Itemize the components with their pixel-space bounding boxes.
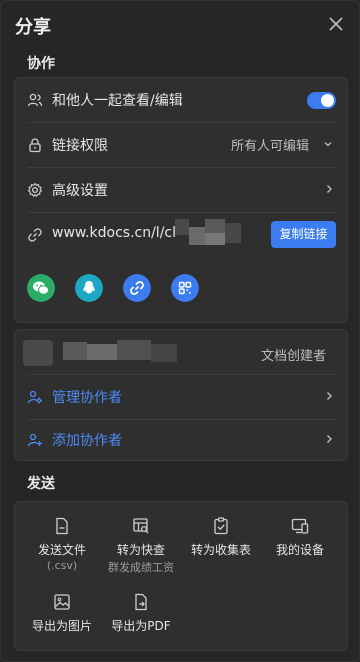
add-collaborator-label: 添加协作者 [52, 433, 122, 449]
redacted-block [225, 223, 241, 243]
chain-link-icon[interactable] [123, 274, 151, 302]
send-file-sub: (.csv) [46, 559, 78, 572]
export-pdf-button[interactable]: 导出为PDF [101, 592, 181, 634]
chevron-right-icon [327, 392, 332, 400]
owner-role: 文档创建者 [261, 349, 327, 364]
panel-title: 分享 [15, 17, 51, 38]
permission-row[interactable]: 链接权限 所有人可编辑 [15, 123, 349, 167]
redacted-block [189, 227, 205, 245]
send-card: 发送文件 (.csv) 转为快查 群发成绩工资 转为收集表 我的设备 导出为图片… [14, 501, 348, 651]
table-search-icon [133, 518, 149, 534]
export-image-button[interactable]: 导出为图片 [22, 592, 102, 634]
lock-icon [29, 138, 41, 153]
people-icon [27, 93, 43, 107]
share-targets [27, 274, 337, 306]
my-devices-label: 我的设备 [275, 543, 324, 557]
convert-quickquery-label: 转为快查 [116, 543, 165, 557]
gear-icon [27, 182, 43, 198]
chevron-down-icon [324, 142, 332, 147]
copy-link-button[interactable]: 复制链接 [271, 221, 336, 248]
redacted-block [175, 219, 189, 235]
redacted-block [117, 340, 151, 360]
permission-value[interactable]: 所有人可编辑 [231, 135, 309, 154]
convert-form-button[interactable]: 转为收集表 [181, 516, 261, 558]
clipboard-check-icon [214, 517, 228, 535]
convert-form-label: 转为收集表 [190, 543, 251, 557]
avatar [23, 340, 53, 366]
chevron-right-icon [327, 185, 332, 193]
qrcode-icon[interactable] [171, 274, 199, 302]
image-icon [54, 594, 70, 610]
collab-card: 和他人一起查看/编辑 链接权限 所有人可编辑 高级设置 www.kdocs.cn… [14, 77, 348, 323]
manage-collaborators-label: 管理协作者 [52, 390, 122, 406]
manage-users-gear-icon [27, 390, 42, 404]
owner-row: 文档创建者 [15, 330, 349, 374]
add-collaborator-row[interactable]: 添加协作者 [15, 418, 349, 462]
permission-label: 链接权限 [52, 138, 108, 154]
export-image-label: 导出为图片 [31, 619, 92, 633]
together-toggle[interactable] [307, 92, 336, 109]
collab-section-label: 协作 [27, 56, 55, 72]
collaborators-card: 文档创建者 管理协作者 添加协作者 [14, 329, 348, 461]
share-link-url: www.kdocs.cn/l/cl [52, 225, 176, 241]
devices-icon [291, 518, 309, 534]
qq-penguin-icon[interactable] [75, 274, 103, 302]
together-label: 和他人一起查看/编辑 [52, 93, 183, 109]
advanced-row[interactable]: 高级设置 [15, 168, 349, 212]
redacted-block [151, 344, 177, 362]
file-icon [56, 517, 68, 535]
close-icon[interactable] [325, 13, 347, 35]
redacted-block [205, 219, 225, 233]
advanced-label: 高级设置 [52, 183, 108, 199]
share-panel: 分享 协作 和他人一起查看/编辑 链接权限 所有人可编辑 高级设置 www.kd… [0, 0, 360, 662]
link-icon [28, 228, 42, 242]
together-row: 和他人一起查看/编辑 [15, 78, 349, 122]
send-file-button[interactable]: 发送文件 (.csv) [22, 516, 102, 572]
manage-collaborators-row[interactable]: 管理协作者 [15, 375, 349, 419]
add-user-icon [27, 433, 42, 447]
wechat-icon[interactable] [27, 274, 55, 302]
link-row: www.kdocs.cn/l/cl 复制链接 [15, 213, 349, 257]
send-file-label: 发送文件 [37, 543, 86, 557]
redacted-block [87, 344, 117, 360]
redacted-block [63, 342, 87, 360]
chevron-right-icon [327, 435, 332, 443]
export-pdf-icon [135, 593, 147, 611]
panel-header: 分享 [1, 1, 360, 49]
convert-quickquery-sub: 群发成绩工资 [108, 561, 174, 574]
convert-quickquery-button[interactable]: 转为快查 群发成绩工资 [101, 516, 181, 575]
export-pdf-label: 导出为PDF [111, 619, 171, 633]
send-section-label: 发送 [27, 476, 55, 492]
redacted-block [205, 233, 225, 245]
my-devices-button[interactable]: 我的设备 [260, 516, 340, 558]
